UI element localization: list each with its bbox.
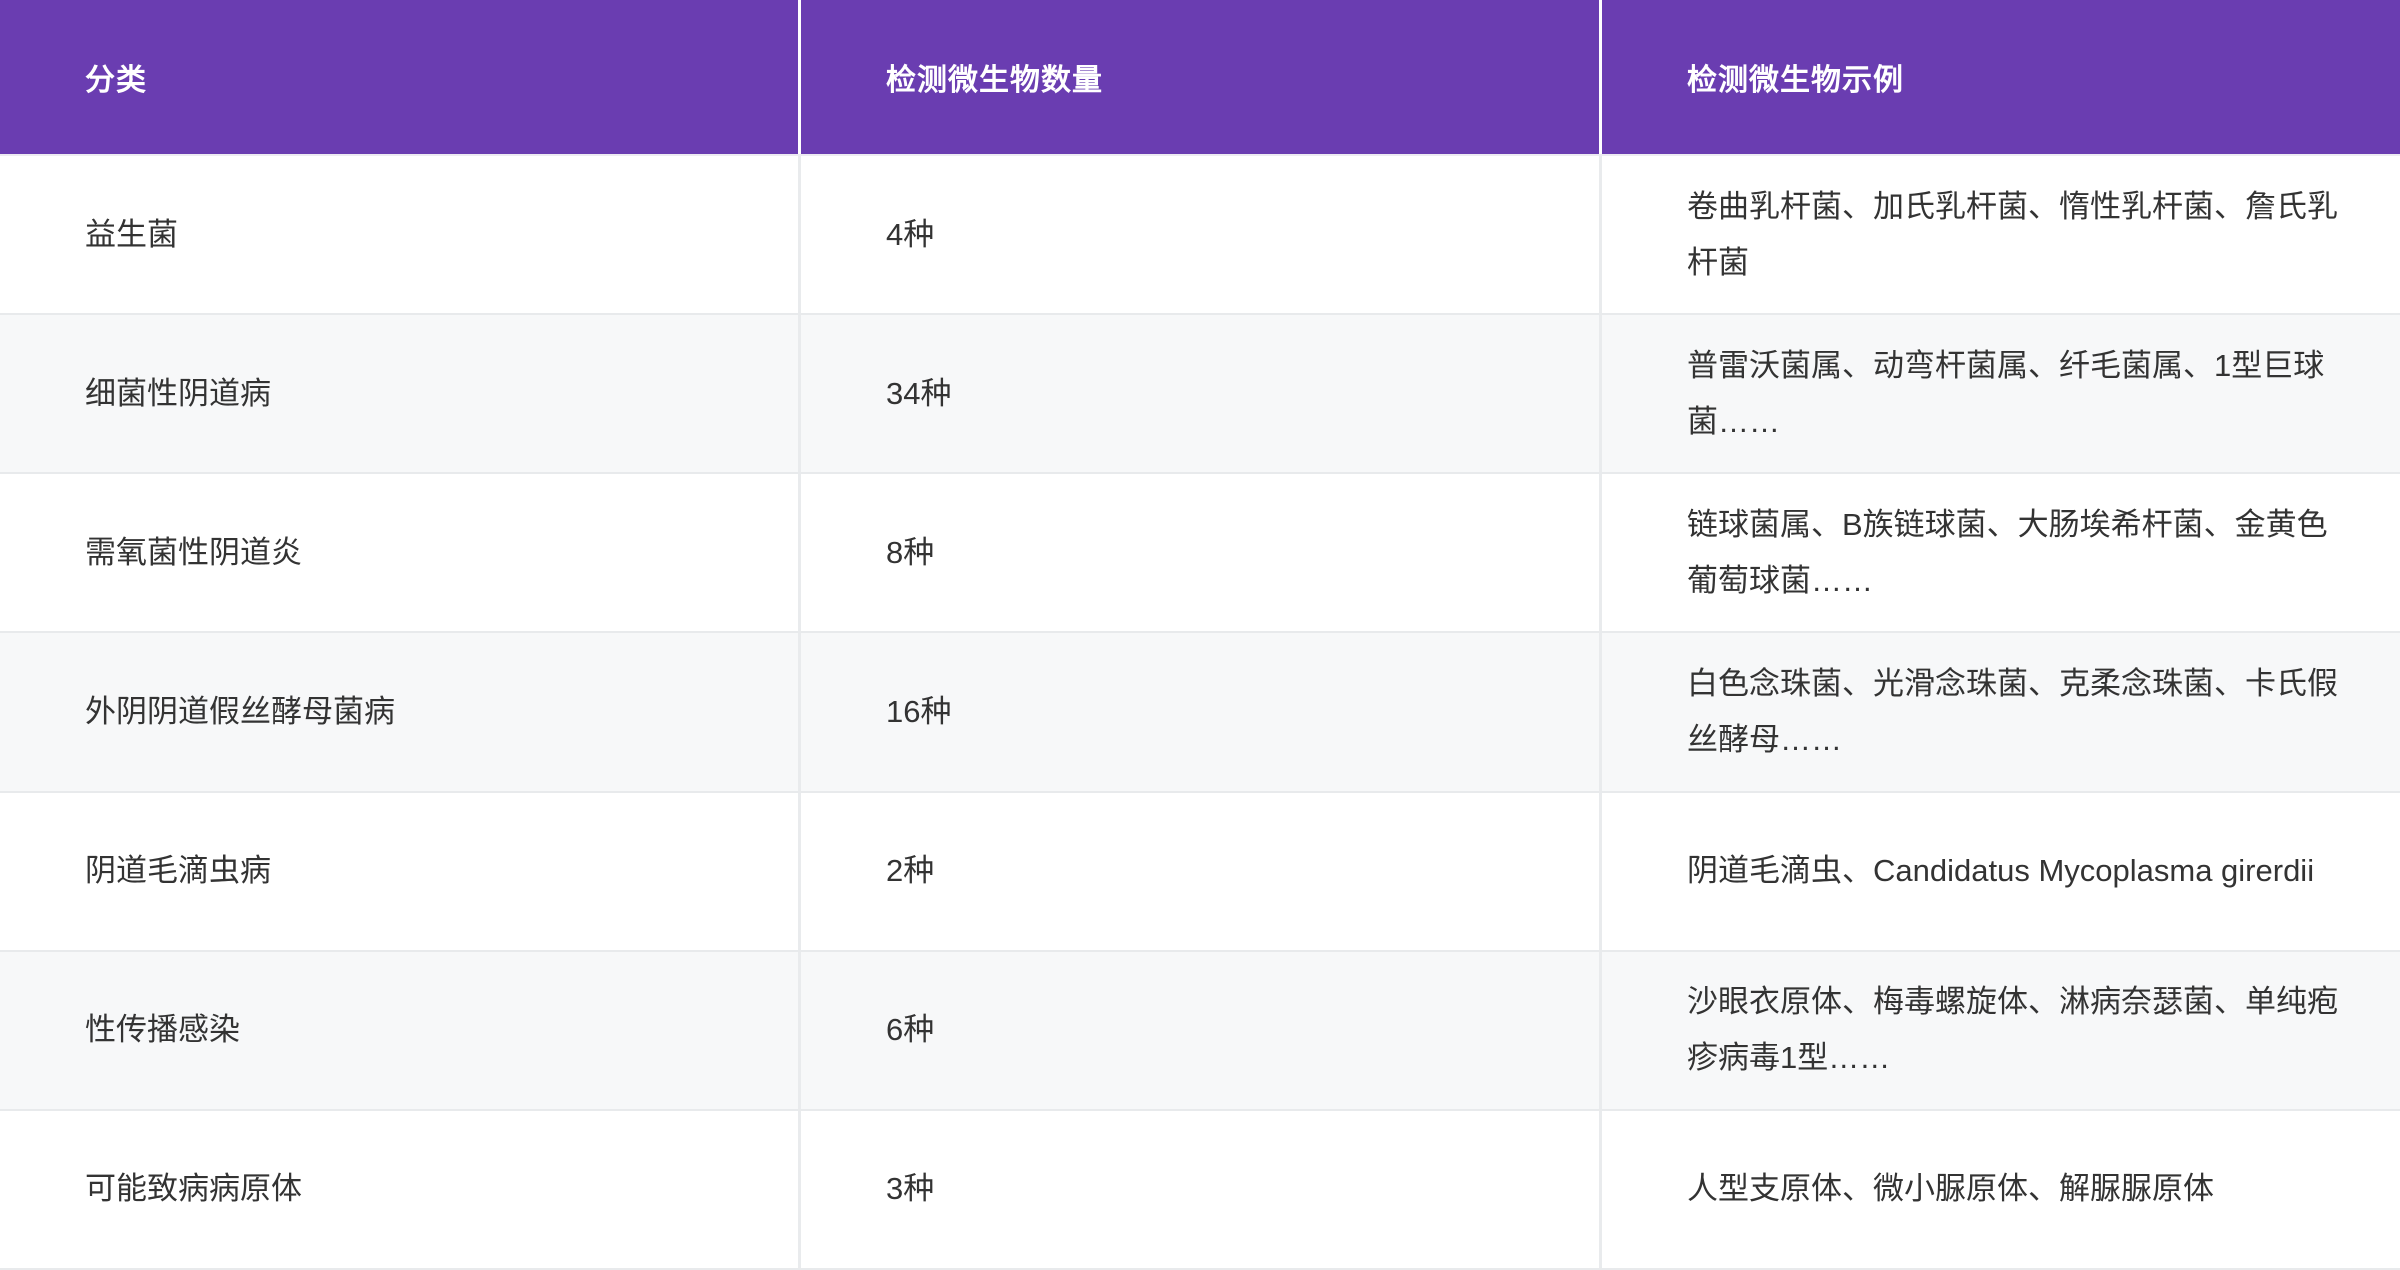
category-cell: 性传播感染	[0, 952, 798, 1109]
examples-cell: 普雷沃菌属、动弯杆菌属、纤毛菌属、1型巨球菌……	[1599, 315, 2400, 472]
category-cell: 细菌性阴道病	[0, 315, 798, 472]
count-cell: 6种	[798, 952, 1599, 1109]
count-cell: 8种	[798, 474, 1599, 631]
examples-text: 人型支原体、微小脲原体、解脲脲原体	[1687, 1161, 2214, 1217]
table-header-row: 分类 检测微生物数量 检测微生物示例	[0, 0, 2400, 156]
examples-cell: 阴道毛滴虫、Candidatus Mycoplasma girerdii	[1599, 793, 2400, 950]
category-text: 性传播感染	[85, 1002, 240, 1058]
category-cell: 外阴阴道假丝酵母菌病	[0, 633, 798, 790]
category-cell: 益生菌	[0, 156, 798, 313]
category-cell: 需氧菌性阴道炎	[0, 474, 798, 631]
examples-text: 链球菌属、B族链球菌、大肠埃希杆菌、金黄色葡萄球菌……	[1687, 497, 2340, 609]
table-row: 细菌性阴道病 34种 普雷沃菌属、动弯杆菌属、纤毛菌属、1型巨球菌……	[0, 315, 2400, 474]
header-cell-count: 检测微生物数量	[798, 0, 1599, 154]
examples-cell: 沙眼衣原体、梅毒螺旋体、淋病奈瑟菌、单纯疱疹病毒1型……	[1599, 952, 2400, 1109]
category-text: 需氧菌性阴道炎	[85, 525, 302, 581]
examples-cell: 人型支原体、微小脲原体、解脲脲原体	[1599, 1111, 2400, 1268]
table-row: 可能致病病原体 3种 人型支原体、微小脲原体、解脲脲原体	[0, 1111, 2400, 1270]
count-text: 34种	[886, 366, 951, 422]
category-text: 细菌性阴道病	[85, 366, 271, 422]
examples-text: 普雷沃菌属、动弯杆菌属、纤毛菌属、1型巨球菌……	[1687, 338, 2340, 450]
category-text: 阴道毛滴虫病	[85, 843, 271, 899]
table-row: 阴道毛滴虫病 2种 阴道毛滴虫、Candidatus Mycoplasma gi…	[0, 793, 2400, 952]
examples-text: 卷曲乳杆菌、加氏乳杆菌、惰性乳杆菌、詹氏乳杆菌	[1687, 179, 2340, 291]
examples-cell: 白色念珠菌、光滑念珠菌、克柔念珠菌、卡氏假丝酵母……	[1599, 633, 2400, 790]
count-text: 2种	[886, 843, 934, 899]
table-row: 益生菌 4种 卷曲乳杆菌、加氏乳杆菌、惰性乳杆菌、詹氏乳杆菌	[0, 156, 2400, 315]
examples-text: 白色念珠菌、光滑念珠菌、克柔念珠菌、卡氏假丝酵母……	[1687, 656, 2340, 768]
count-cell: 34种	[798, 315, 1599, 472]
examples-cell: 卷曲乳杆菌、加氏乳杆菌、惰性乳杆菌、詹氏乳杆菌	[1599, 156, 2400, 313]
category-text: 可能致病病原体	[85, 1161, 302, 1217]
count-text: 6种	[886, 1002, 934, 1058]
category-text: 外阴阴道假丝酵母菌病	[85, 684, 395, 740]
count-cell: 16种	[798, 633, 1599, 790]
count-text: 16种	[886, 684, 951, 740]
count-text: 8种	[886, 525, 934, 581]
category-text: 益生菌	[85, 207, 178, 263]
table-row: 性传播感染 6种 沙眼衣原体、梅毒螺旋体、淋病奈瑟菌、单纯疱疹病毒1型……	[0, 952, 2400, 1111]
table-row: 需氧菌性阴道炎 8种 链球菌属、B族链球菌、大肠埃希杆菌、金黄色葡萄球菌……	[0, 474, 2400, 633]
count-cell: 4种	[798, 156, 1599, 313]
header-cell-category: 分类	[0, 0, 798, 154]
examples-cell: 链球菌属、B族链球菌、大肠埃希杆菌、金黄色葡萄球菌……	[1599, 474, 2400, 631]
count-cell: 3种	[798, 1111, 1599, 1268]
count-text: 3种	[886, 1161, 934, 1217]
table-body: 益生菌 4种 卷曲乳杆菌、加氏乳杆菌、惰性乳杆菌、詹氏乳杆菌 细菌性阴道病 34…	[0, 156, 2400, 1270]
category-cell: 阴道毛滴虫病	[0, 793, 798, 950]
examples-text: 沙眼衣原体、梅毒螺旋体、淋病奈瑟菌、单纯疱疹病毒1型……	[1687, 974, 2340, 1086]
category-cell: 可能致病病原体	[0, 1111, 798, 1268]
microbe-detection-table: 分类 检测微生物数量 检测微生物示例 益生菌 4种 卷曲乳杆菌、加氏乳杆菌、惰性…	[0, 0, 2400, 1270]
table-row: 外阴阴道假丝酵母菌病 16种 白色念珠菌、光滑念珠菌、克柔念珠菌、卡氏假丝酵母……	[0, 633, 2400, 792]
examples-text: 阴道毛滴虫、Candidatus Mycoplasma girerdii	[1687, 843, 2314, 899]
header-cell-examples: 检测微生物示例	[1599, 0, 2400, 154]
count-text: 4种	[886, 207, 934, 263]
count-cell: 2种	[798, 793, 1599, 950]
